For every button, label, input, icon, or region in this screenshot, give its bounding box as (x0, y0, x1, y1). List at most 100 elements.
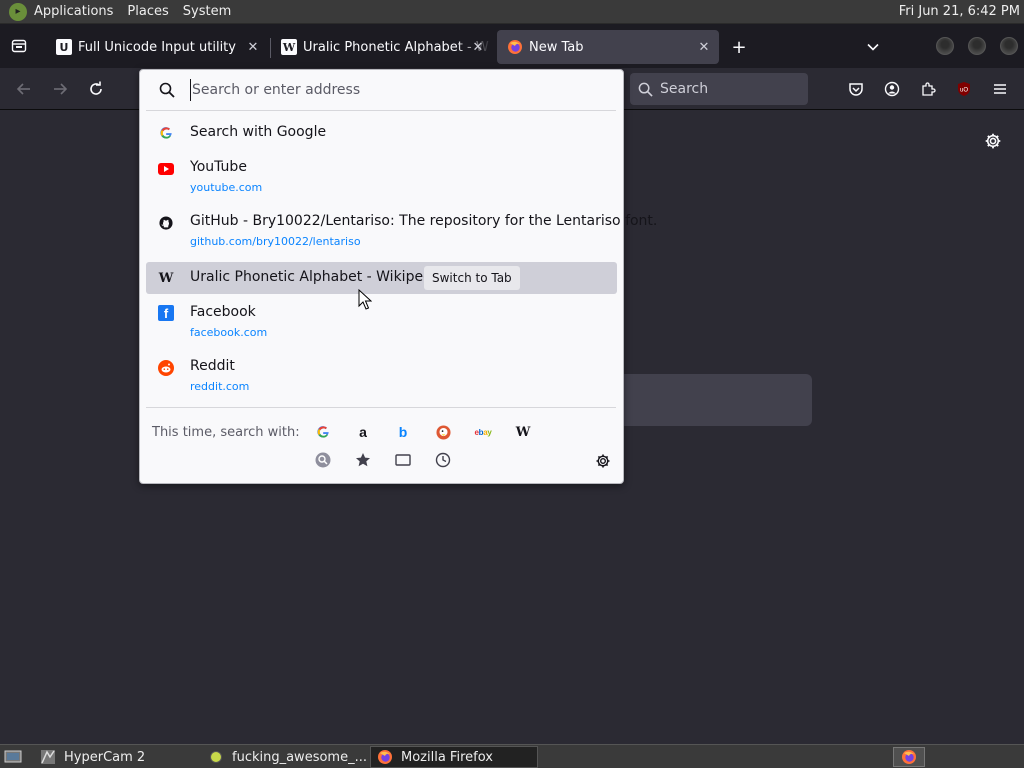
task-label: HyperCam 2 (64, 749, 146, 765)
result-title: Uralic Phonetic Alphabet - Wikipedia (190, 269, 445, 285)
ublock-origin-icon: uO (958, 82, 970, 96)
search-bar[interactable]: Search (630, 73, 808, 105)
tab-new-tab[interactable]: New Tab ✕ (497, 30, 719, 64)
result-url: youtube.com (190, 181, 263, 194)
duckduckgo-icon (435, 424, 451, 440)
oneoff-bing-button[interactable]: b (393, 422, 413, 442)
result-title: Reddit (190, 358, 235, 374)
app-menu-button[interactable] (989, 78, 1011, 100)
close-window-button[interactable] (1000, 37, 1018, 55)
ublock-origin-button[interactable]: uO (953, 78, 975, 100)
oneoff-google-button[interactable] (313, 422, 333, 442)
urlbar (140, 70, 623, 110)
oneoff-amazon-button[interactable]: a (353, 422, 373, 442)
task-label: fucking_awesome_... (232, 749, 367, 765)
switch-to-tab-button[interactable]: Switch to Tab (424, 266, 520, 290)
hamburger-menu-icon (994, 84, 1006, 94)
system-logo-icon[interactable]: ▸ (9, 2, 27, 21)
urlbar-dropdown: Search with Google YouTube youtube.com G… (139, 69, 657, 484)
desktop-icon (4, 750, 22, 763)
unicode-favicon-icon: U (56, 39, 72, 55)
pocket-icon (849, 83, 863, 96)
result-youtube[interactable]: YouTube youtube.com (146, 152, 617, 200)
result-search-with-google[interactable]: Search with Google (146, 118, 617, 148)
tab-full-unicode-input[interactable]: U Full Unicode Input utility ✕ (46, 30, 268, 64)
firefox-view-button[interactable] (8, 36, 30, 56)
clock[interactable]: Fri Jun 21, 6:42 PM (899, 4, 1020, 19)
urlbar-divider (146, 110, 616, 111)
result-url: facebook.com (190, 326, 268, 339)
extensions-button[interactable] (917, 78, 939, 100)
result-title: Facebook (190, 304, 256, 320)
oneoff-search-button[interactable] (313, 450, 333, 470)
account-icon (884, 81, 900, 97)
close-tab-icon[interactable]: ✕ (695, 38, 713, 56)
search-icon (158, 81, 176, 99)
task-file[interactable]: fucking_awesome_... (202, 746, 368, 768)
tabs-icon (395, 454, 411, 466)
chevron-down-icon (867, 43, 879, 51)
wikipedia-icon: W (158, 270, 174, 286)
wikipedia-favicon-icon: W (281, 39, 297, 55)
arrow-left-icon (16, 83, 30, 95)
tab-uralic-phonetic-alphabet[interactable]: W Uralic Phonetic Alphabet - W ✕ (271, 30, 493, 64)
task-mozilla-firefox[interactable]: Mozilla Firefox (370, 746, 538, 768)
close-tab-icon[interactable]: ✕ (469, 38, 487, 56)
account-button[interactable] (881, 78, 903, 100)
task-hypercam[interactable]: HyperCam 2 (34, 746, 200, 768)
result-title: Search with Google (190, 124, 327, 140)
list-all-tabs-button[interactable] (862, 36, 884, 58)
back-button[interactable] (13, 78, 35, 100)
result-facebook[interactable]: f Facebook facebook.com (146, 296, 617, 346)
result-url: reddit.com (190, 380, 250, 393)
firefox-favicon-icon (507, 39, 523, 55)
forward-button[interactable] (49, 78, 71, 100)
oneoff-wikipedia-button[interactable]: W (513, 422, 533, 442)
result-github-lentariso[interactable]: GitHub - Bry10022/Lentariso: The reposit… (146, 206, 657, 254)
bing-icon: b (398, 424, 408, 440)
google-icon (158, 125, 174, 141)
gear-icon (596, 454, 610, 468)
tab-strip: U Full Unicode Input utility ✕ W Uralic … (0, 24, 1024, 68)
task-label: Mozilla Firefox (401, 749, 493, 765)
gear-icon (985, 133, 1001, 149)
minimize-button[interactable] (936, 37, 954, 55)
google-icon (317, 426, 329, 438)
urlbar-input[interactable] (190, 79, 610, 101)
new-tab-search-box[interactable] (618, 374, 812, 426)
pocket-button[interactable] (845, 78, 867, 100)
oneoff-tabs-button[interactable] (393, 450, 413, 470)
hypercam-icon (40, 749, 56, 765)
plus-icon: + (731, 36, 747, 58)
firefox-icon (377, 749, 393, 765)
result-url: github.com/bry10022/lentariso (190, 235, 361, 248)
reload-button[interactable] (85, 78, 107, 100)
menu-system[interactable]: System (183, 4, 231, 19)
facebook-icon: f (158, 305, 174, 321)
search-icon (315, 452, 331, 468)
maximize-button[interactable] (968, 37, 986, 55)
tab-label: Full Unicode Input utility (78, 39, 236, 55)
result-uralic-phonetic-alphabet[interactable]: W Uralic Phonetic Alphabet - Wikipedia S… (146, 262, 617, 294)
show-desktop-button[interactable] (0, 746, 30, 768)
tab-label: New Tab (529, 39, 584, 55)
result-reddit[interactable]: Reddit reddit.com (146, 351, 617, 399)
oneoff-history-button[interactable] (433, 450, 453, 470)
oneoff-divider (146, 407, 616, 408)
tab-label: Uralic Phonetic Alphabet - W (303, 39, 489, 55)
close-tab-icon[interactable]: ✕ (244, 38, 262, 56)
oneoff-duckduckgo-button[interactable] (433, 422, 453, 442)
github-icon (158, 215, 174, 231)
menu-places[interactable]: Places (127, 4, 168, 19)
new-tab-button[interactable]: + (728, 36, 750, 58)
personalize-new-tab-button[interactable] (982, 130, 1004, 152)
reload-icon (90, 81, 102, 95)
menu-applications[interactable]: Applications (34, 4, 113, 19)
wikipedia-icon: W (515, 424, 531, 440)
tray-firefox-icon[interactable] (893, 747, 925, 767)
file-icon (208, 749, 224, 765)
oneoff-bookmarks-button[interactable] (353, 450, 373, 470)
search-settings-button[interactable] (593, 451, 613, 471)
oneoff-ebay-button[interactable]: ebay (473, 422, 493, 442)
oneoff-label: This time, search with: (152, 425, 300, 440)
